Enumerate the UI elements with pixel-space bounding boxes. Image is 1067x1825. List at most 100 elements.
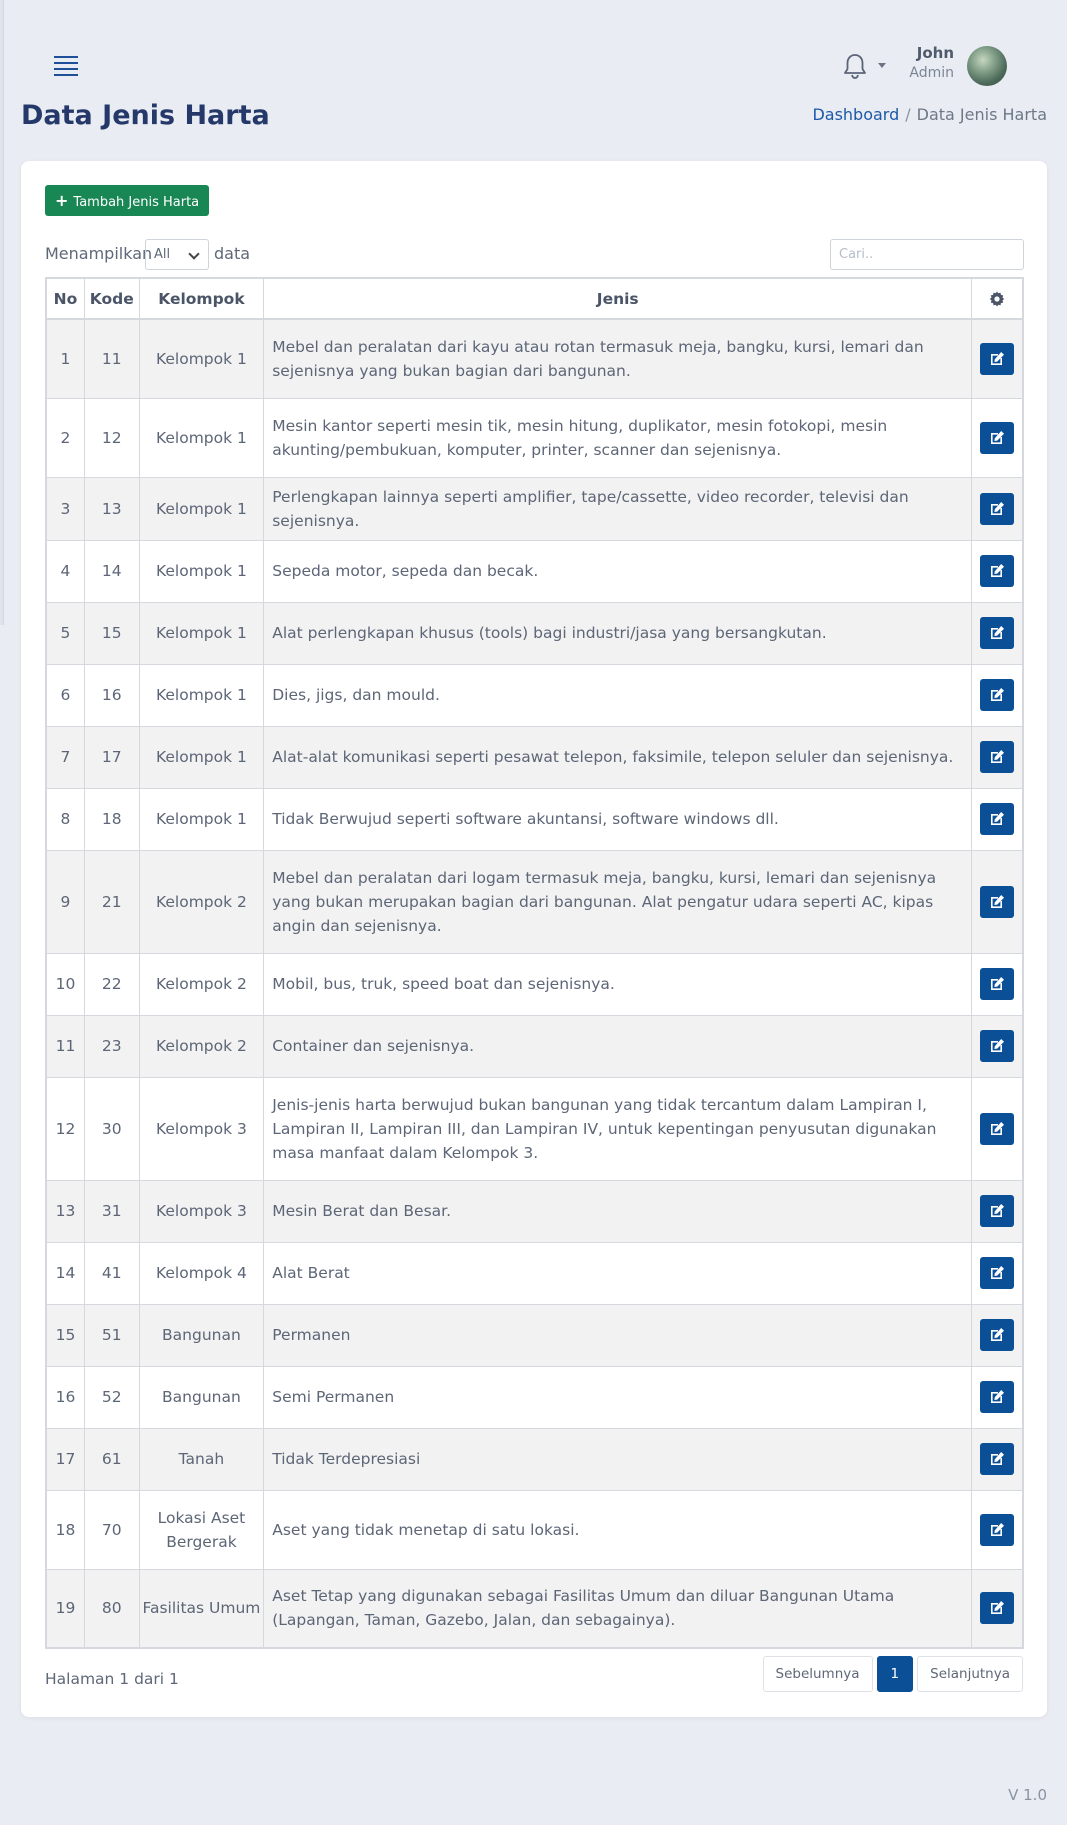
- edit-button[interactable]: [980, 555, 1015, 587]
- edit-icon: [991, 564, 1005, 577]
- edit-button[interactable]: [980, 1443, 1015, 1475]
- table-row: 12 30 Kelompok 3 Jenis-jenis harta berwujud…: [45, 1076, 1024, 1181]
- edit-button[interactable]: [980, 1381, 1015, 1413]
- edit-button[interactable]: [980, 1319, 1015, 1351]
- edit-icon: [991, 750, 1005, 763]
- cell-kode: 80: [83, 1568, 140, 1649]
- cell-no: 3: [45, 476, 85, 541]
- cell-kelompok: Kelompok 2: [138, 1014, 265, 1078]
- jenis-harta-table: No Kode Kelompok Jenis 1 11 Kelompok 1 Mebe…: [45, 277, 1024, 1649]
- hamburger-menu-icon[interactable]: [54, 56, 78, 78]
- page-1-button[interactable]: 1: [876, 1656, 914, 1692]
- breadcrumb-separator: /: [905, 105, 911, 124]
- cell-actions: [971, 787, 1024, 851]
- table-row: 6 16 Kelompok 1 Dies, jigs, dan mould.: [45, 663, 1024, 727]
- edit-button[interactable]: [980, 1592, 1015, 1625]
- cell-actions: [971, 725, 1024, 789]
- column-header-kode[interactable]: Kode: [83, 277, 140, 320]
- table-row: 17 61 Tanah Tidak Terdepresiasi: [45, 1427, 1024, 1491]
- cell-no: 10: [45, 952, 85, 1016]
- table-row: 19 80 Fasilitas Umum Aset Tetap yang diguna…: [45, 1568, 1024, 1649]
- edit-button[interactable]: [980, 741, 1015, 773]
- table-row: 18 70 Lokasi Aset Bergerak Aset yang tidak …: [45, 1489, 1024, 1570]
- cell-no: 15: [45, 1303, 85, 1367]
- edit-icon: [991, 1204, 1005, 1217]
- cell-kelompok: Kelompok 1: [138, 476, 265, 541]
- edit-icon: [991, 501, 1005, 515]
- breadcrumb-current: Data Jenis Harta: [916, 105, 1047, 124]
- cell-actions: [971, 1568, 1024, 1649]
- search-input[interactable]: [830, 239, 1024, 270]
- cell-actions: [971, 601, 1024, 665]
- cell-no: 9: [45, 849, 85, 954]
- cell-no: 19: [45, 1568, 85, 1649]
- edit-button[interactable]: [980, 492, 1015, 525]
- edit-button[interactable]: [980, 1257, 1015, 1289]
- cell-kelompok: Bangunan: [138, 1303, 265, 1367]
- edit-icon: [991, 1266, 1005, 1279]
- cell-no: 13: [45, 1179, 85, 1243]
- cell-actions: [971, 1303, 1024, 1367]
- prev-page-button[interactable]: Sebelumnya: [762, 1656, 873, 1692]
- cell-jenis: Aset yang tidak menetap di satu lokasi.: [263, 1489, 973, 1570]
- cell-no: 14: [45, 1241, 85, 1305]
- user-name[interactable]: John: [917, 44, 954, 62]
- column-header-no[interactable]: No: [45, 277, 85, 320]
- edit-icon: [991, 1121, 1005, 1135]
- cell-actions: [971, 1076, 1024, 1181]
- edit-button[interactable]: [980, 968, 1015, 1000]
- table-row: 9 21 Kelompok 2 Mebel dan peralatan dari lo…: [45, 849, 1024, 954]
- gear-icon: [989, 291, 1005, 307]
- chevron-down-icon[interactable]: [878, 63, 886, 68]
- edit-button[interactable]: [980, 885, 1015, 918]
- cell-kode: 21: [83, 849, 140, 954]
- cell-kode: 17: [83, 725, 140, 789]
- next-page-button[interactable]: Selanjutnya: [917, 1656, 1023, 1692]
- cell-kode: 31: [83, 1179, 140, 1243]
- column-header-actions: [971, 277, 1024, 320]
- cell-actions: [971, 397, 1024, 478]
- edit-button[interactable]: [980, 342, 1015, 375]
- cell-actions: [971, 1179, 1024, 1243]
- edit-button[interactable]: [980, 1112, 1015, 1145]
- cell-no: 2: [45, 397, 85, 478]
- cell-actions: [971, 476, 1024, 541]
- cell-actions: [971, 539, 1024, 603]
- cell-jenis: Jenis-jenis harta berwujud bukan banguna…: [263, 1076, 973, 1181]
- edit-button[interactable]: [980, 617, 1015, 649]
- edit-icon: [991, 1452, 1005, 1465]
- cell-kode: 41: [83, 1241, 140, 1305]
- edit-icon: [991, 1601, 1005, 1615]
- bell-icon[interactable]: [842, 52, 870, 82]
- cell-kode: 11: [83, 318, 140, 399]
- cell-jenis: Mesin kantor seperti mesin tik, mesin hi…: [263, 397, 973, 478]
- cell-actions: [971, 1427, 1024, 1491]
- cell-kelompok: Kelompok 1: [138, 539, 265, 603]
- column-header-jenis[interactable]: Jenis: [263, 277, 973, 320]
- add-jenis-harta-button[interactable]: + Tambah Jenis Harta: [45, 185, 210, 216]
- edit-button[interactable]: [980, 1513, 1015, 1546]
- cell-kelompok: Kelompok 1: [138, 725, 265, 789]
- edit-button[interactable]: [980, 1030, 1015, 1062]
- entries-select[interactable]: All: [145, 239, 209, 270]
- cell-kelompok: Kelompok 2: [138, 849, 265, 954]
- table-header-row: No Kode Kelompok Jenis: [45, 277, 1024, 320]
- cell-kode: 15: [83, 601, 140, 665]
- cell-kelompok: Kelompok 2: [138, 952, 265, 1016]
- avatar[interactable]: [967, 46, 1007, 86]
- cell-no: 18: [45, 1489, 85, 1570]
- table-row: 7 17 Kelompok 1 Alat-alat komunikasi sepert…: [45, 725, 1024, 789]
- cell-actions: [971, 318, 1024, 399]
- content-card: + Tambah Jenis Harta Menampilkan All data…: [21, 161, 1047, 1717]
- breadcrumb-dashboard-link[interactable]: Dashboard: [812, 105, 899, 124]
- edit-button[interactable]: [980, 1195, 1015, 1227]
- table-row: 3 13 Kelompok 1 Perlengkapan lainnya sepert…: [45, 476, 1024, 541]
- cell-actions: [971, 1365, 1024, 1429]
- edit-button[interactable]: [980, 803, 1015, 835]
- cell-kode: 13: [83, 476, 140, 541]
- edit-button[interactable]: [980, 421, 1015, 454]
- column-header-kelompok[interactable]: Kelompok: [138, 277, 265, 320]
- cell-jenis: Container dan sejenisnya.: [263, 1014, 973, 1078]
- table-row: 15 51 Bangunan Permanen: [45, 1303, 1024, 1367]
- edit-button[interactable]: [980, 679, 1015, 711]
